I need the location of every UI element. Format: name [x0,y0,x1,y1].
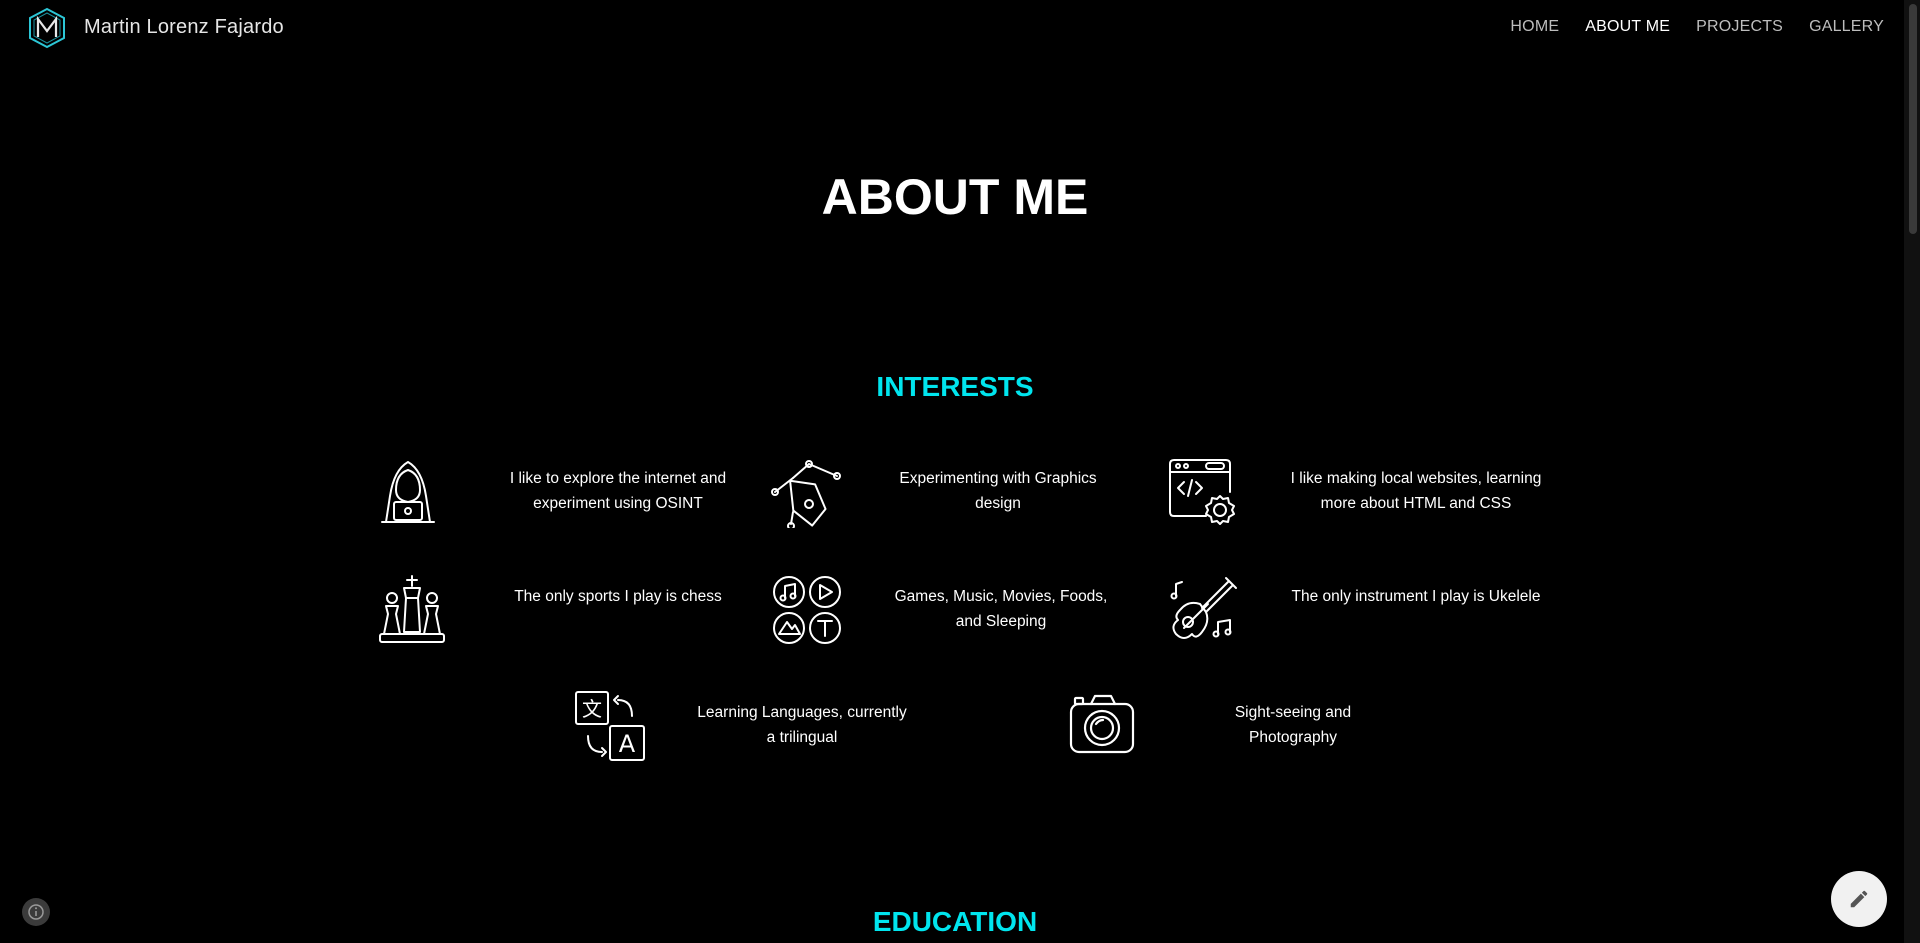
info-icon [28,904,44,920]
interest-text: I like making local websites, learning m… [1290,470,1542,512]
nav-gallery[interactable]: GALLERY [1809,18,1884,36]
camera-icon [1067,690,1139,762]
scrollbar[interactable] [1904,0,1920,943]
education-heading: EDUCATION [872,906,1038,937]
pen-tool-icon [771,456,843,530]
ukulele-icon [1166,574,1238,646]
site-title[interactable]: Martin Lorenz Fajardo [84,16,284,39]
translate-icon: 文 A [574,690,646,762]
info-button[interactable] [22,898,50,926]
web-settings-icon [1166,456,1238,528]
interest-text: The only sports I play is chess [514,588,722,605]
edit-button[interactable] [1831,871,1887,927]
svg-text:A: A [619,730,636,758]
interest-text: The only instrument I play is Ukelele [1291,588,1541,605]
chess-icon [376,574,448,646]
interest-text: Games, Music, Movies, Foods, and Sleepin… [894,588,1108,630]
page-title: ABOUT ME [821,169,1089,225]
interest-text: Learning Languages, currently a trilingu… [697,704,907,746]
site-logo-icon[interactable] [26,7,68,49]
nav-home[interactable]: HOME [1510,18,1559,36]
media-icon [771,574,843,646]
top-bar: Martin Lorenz Fajardo HOME ABOUT ME PROJ… [0,0,1920,56]
hacker-icon [372,456,444,528]
svg-text:文: 文 [582,697,602,721]
interest-text: I like to explore the internet and exper… [509,470,727,512]
pencil-icon [1850,890,1868,908]
main-nav: HOME ABOUT ME PROJECTS GALLERY [1510,18,1884,36]
interest-text: Sight-seeing and Photography [1234,704,1352,746]
interests-heading: INTERESTS [876,371,1034,402]
nav-about-me[interactable]: ABOUT ME [1585,18,1670,36]
scrollbar-thumb[interactable] [1909,4,1917,234]
interest-text: Experimenting with Graphics design [899,470,1097,512]
nav-projects[interactable]: PROJECTS [1696,18,1783,36]
